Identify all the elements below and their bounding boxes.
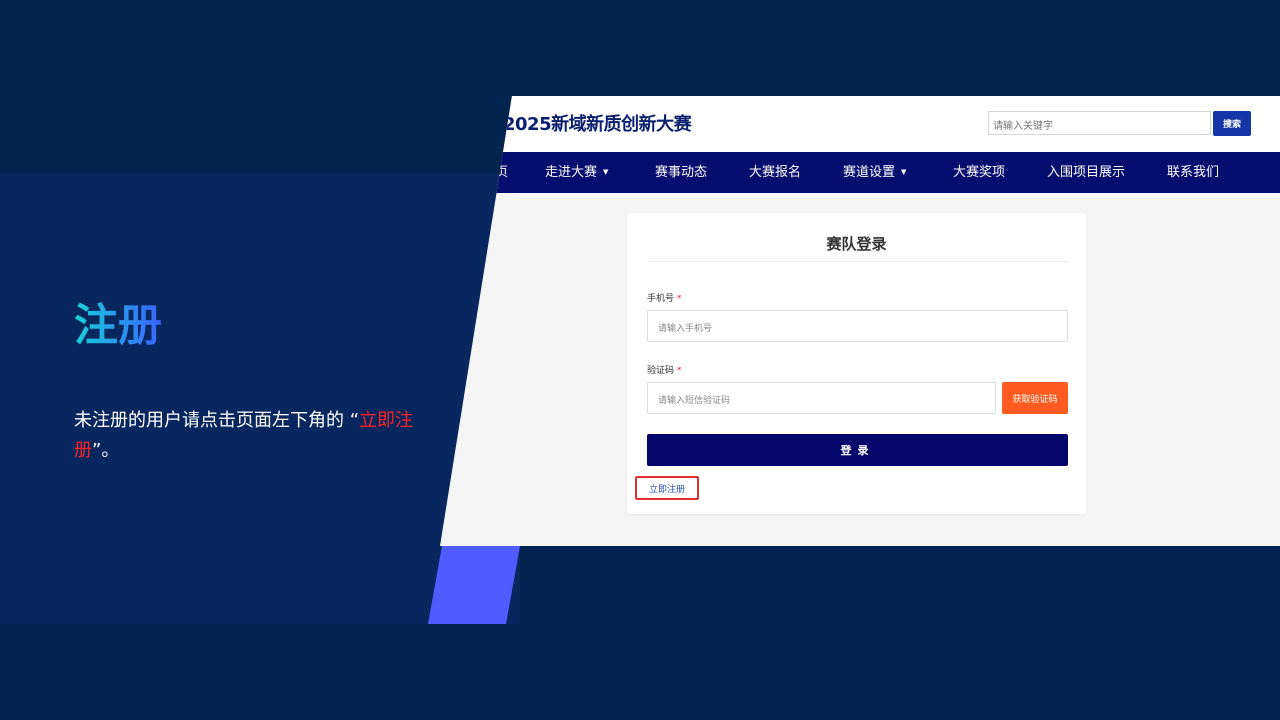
caret-down-icon: ▼ <box>603 168 609 176</box>
nav-item-awards[interactable]: 大赛奖项 <box>953 152 1005 193</box>
slide-description: 未注册的用户请点击页面左下角的 “立即注册”。 <box>74 410 414 461</box>
nav-item-signup[interactable]: 大赛报名 <box>749 152 801 193</box>
code-label: 验证码 * <box>647 366 682 376</box>
site-header: 2025新域新质创新大赛 请输入关键字 搜索 <box>440 96 1280 152</box>
title-divider <box>647 261 1068 262</box>
get-code-button[interactable]: 获取验证码 <box>1002 382 1068 414</box>
login-button[interactable]: 登录 <box>647 434 1068 466</box>
phone-input[interactable]: 请输入手机号 <box>647 310 1068 342</box>
nav-item-contact[interactable]: 联系我们 <box>1167 152 1219 193</box>
website-screenshot: 2025新域新质创新大赛 请输入关键字 搜索 页 走进大赛 ▼ 赛事动态 大赛报名… <box>440 96 1280 546</box>
site-title[interactable]: 2025新域新质创新大赛 <box>503 110 692 136</box>
accent-strip <box>428 546 520 624</box>
slide-heading: 注册 <box>74 300 162 351</box>
phone-label: 手机号 * <box>647 294 682 304</box>
required-mark: * <box>676 366 682 376</box>
login-title: 赛队登录 <box>826 235 887 253</box>
register-link[interactable]: 立即注册 <box>635 476 699 500</box>
search-button[interactable]: 搜索 <box>1213 111 1251 136</box>
nav-item-finalists[interactable]: 入围项目展示 <box>1047 152 1125 193</box>
caret-down-icon: ▼ <box>901 168 907 176</box>
login-card: 赛队登录 手机号 * 请输入手机号 验证码 * 请输入短信验证码 获取验证码 登… <box>627 213 1086 514</box>
nav-item-tracks[interactable]: 赛道设置 ▼ <box>843 152 906 193</box>
search-input[interactable]: 请输入关键字 <box>988 111 1211 135</box>
nav-item-news[interactable]: 赛事动态 <box>655 152 707 193</box>
nav-item-about[interactable]: 走进大赛 ▼ <box>545 152 608 193</box>
code-input[interactable]: 请输入短信验证码 <box>647 382 996 414</box>
required-mark: * <box>676 294 682 304</box>
navbar: 页 走进大赛 ▼ 赛事动态 大赛报名 赛道设置 ▼ 大赛奖项 入围项目展示 联系我们 <box>440 152 1280 193</box>
